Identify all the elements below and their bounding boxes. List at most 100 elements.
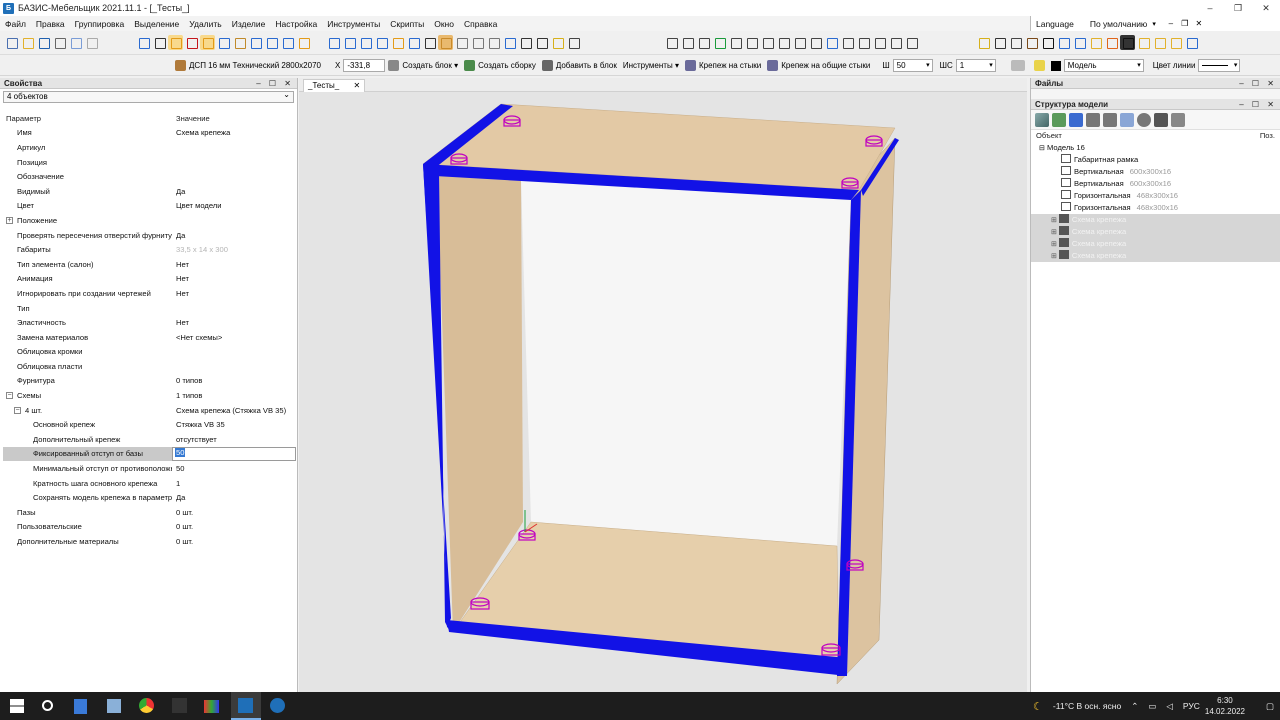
list-tree-icon[interactable]: [1154, 112, 1168, 127]
frame-tool-icon[interactable]: [296, 35, 311, 50]
property-value[interactable]: 0 типов: [172, 376, 202, 385]
box-3d-icon[interactable]: [1024, 35, 1039, 50]
property-row[interactable]: Положение +: [3, 213, 296, 228]
light-bulb-icon[interactable]: [550, 35, 565, 50]
media-app-icon[interactable]: [204, 700, 219, 713]
property-row[interactable]: Позиция: [3, 155, 296, 170]
link-tool-icon[interactable]: [1086, 112, 1100, 127]
pen-app-icon[interactable]: [107, 699, 121, 713]
property-value[interactable]: Да: [172, 187, 185, 196]
lamp-icon[interactable]: [976, 35, 991, 50]
texture-icon[interactable]: [1008, 35, 1023, 50]
property-row[interactable]: Облицовка пласти: [3, 359, 296, 374]
property-value[interactable]: 1: [172, 479, 180, 488]
property-value[interactable]: 1 типов: [172, 391, 202, 400]
property-row[interactable]: Кратность шага основного крепежа 1: [3, 476, 296, 491]
facade-tool-icon[interactable]: [792, 35, 807, 50]
create-assembly-button[interactable]: Создать сборку: [461, 60, 539, 71]
cube-icon[interactable]: [566, 35, 581, 50]
smile-icon[interactable]: [1088, 35, 1103, 50]
panel-tool-icon[interactable]: [664, 35, 679, 50]
tree-item-fastener-scheme[interactable]: ⊞ Схема крепежа: [1031, 250, 1280, 262]
property-row[interactable]: Габариты 33,5 x 14 x 300: [3, 242, 296, 257]
weather-text[interactable]: -11°C В осн. ясно: [1053, 701, 1121, 711]
menu-scripts[interactable]: Скрипты: [385, 19, 429, 29]
property-row[interactable]: Дополнительные материалы 0 шт.: [3, 534, 296, 549]
shade-mode-icon[interactable]: [486, 35, 501, 50]
menu-help[interactable]: Справка: [459, 19, 502, 29]
open-file-icon[interactable]: [20, 35, 35, 50]
view-right-icon[interactable]: [374, 35, 389, 50]
tree-item-fastener-scheme[interactable]: ⊞ Схема крепежа: [1031, 226, 1280, 238]
hardware-tool-icon[interactable]: [824, 35, 839, 50]
ruler-icon[interactable]: [232, 35, 247, 50]
property-value[interactable]: 0 шт.: [172, 537, 193, 546]
width-combo[interactable]: 50: [892, 59, 933, 72]
magnet-icon[interactable]: [184, 35, 199, 50]
mdi-minimize-button[interactable]: –: [1164, 19, 1178, 28]
property-row[interactable]: Тип элемента (салон) Нет: [3, 257, 296, 272]
property-row[interactable]: Минимальный отступ от противоположного к…: [3, 461, 296, 476]
files-panel-controls[interactable]: – ☐ ✕: [1239, 78, 1277, 89]
collapse-icon[interactable]: −: [6, 392, 13, 400]
property-value[interactable]: Схема крепежа (Стяжка VB 35): [172, 406, 286, 415]
save-icon[interactable]: [36, 35, 51, 50]
expand-icon[interactable]: +: [6, 217, 13, 225]
redo-icon[interactable]: [84, 35, 99, 50]
property-row[interactable]: Облицовка кромки: [3, 345, 296, 360]
drill-tool-icon[interactable]: [728, 35, 743, 50]
volume-icon[interactable]: ◁: [1166, 701, 1173, 712]
profile-tool-icon[interactable]: [696, 35, 711, 50]
wire-mode-icon[interactable]: [454, 35, 469, 50]
expand-icon[interactable]: ⊞: [1051, 217, 1057, 224]
basis-secondary-icon[interactable]: [270, 698, 285, 713]
start-windows-icon[interactable]: [10, 699, 24, 713]
fastener-joints-button[interactable]: Крепеж на стыки: [682, 60, 764, 71]
property-row[interactable]: Пазы 0 шт.: [3, 505, 296, 520]
tree-item-fastener-scheme[interactable]: ⊞ Схема крепежа: [1031, 238, 1280, 250]
collapse-icon[interactable]: −: [14, 406, 21, 414]
menu-grouping[interactable]: Группировка: [70, 19, 130, 29]
shelf-tool-icon[interactable]: [776, 35, 791, 50]
sum-icon[interactable]: [1040, 35, 1055, 50]
property-row[interactable]: Замена материалов <Нет схемы>: [3, 330, 296, 345]
shs-combo[interactable]: 1: [955, 59, 996, 72]
property-value-editor[interactable]: 50: [172, 446, 296, 461]
hidden-line-icon[interactable]: [470, 35, 485, 50]
material-selector[interactable]: ДСП 16 мм Технический 2800x2070: [172, 60, 324, 71]
property-value[interactable]: Нет: [172, 318, 189, 327]
view-left-icon[interactable]: [358, 35, 373, 50]
select-arrow-icon[interactable]: [168, 35, 183, 50]
minimize-button[interactable]: –: [1196, 0, 1224, 16]
view-toggle-icon[interactable]: [1137, 112, 1151, 127]
path-tool-icon[interactable]: [1103, 112, 1117, 127]
add-to-block-button[interactable]: Добавить в блок: [539, 60, 620, 71]
line-color-combo[interactable]: [1198, 59, 1241, 72]
game-app-icon[interactable]: [172, 698, 187, 713]
undo-icon[interactable]: [68, 35, 83, 50]
section-view-icon[interactable]: [502, 35, 517, 50]
text-style-icon[interactable]: [1168, 35, 1183, 50]
property-value[interactable]: Цвет модели: [172, 201, 221, 210]
menu-delete[interactable]: Удалить: [184, 19, 226, 29]
filter-icon[interactable]: [1171, 112, 1185, 127]
expand-icon[interactable]: ⊞: [1051, 241, 1057, 248]
property-row[interactable]: Проверять пересечения отверстий фурнитур…: [3, 228, 296, 243]
property-value[interactable]: <Нет схемы>: [172, 333, 222, 342]
property-row[interactable]: Эластичность Нет: [3, 315, 296, 330]
point-tool-icon[interactable]: [264, 35, 279, 50]
mdi-close-button[interactable]: ✕: [1192, 19, 1206, 28]
property-row[interactable]: Цвет Цвет модели: [3, 199, 296, 214]
tree-root-collapse-icon[interactable]: ⊟: [1039, 145, 1045, 152]
property-row[interactable]: Артикул: [3, 140, 296, 155]
color-source-combo[interactable]: Модель: [1063, 59, 1144, 72]
property-value[interactable]: 0 шт.: [172, 508, 193, 517]
create-block-button[interactable]: Создать блок ▾: [385, 60, 461, 71]
properties-panel-controls[interactable]: – ☐ ✕: [256, 78, 294, 89]
view-back-icon[interactable]: [342, 35, 357, 50]
notifications-icon[interactable]: ▢: [1266, 701, 1274, 712]
color-swatch[interactable]: [1050, 60, 1061, 71]
text-tool-icon[interactable]: [1152, 35, 1167, 50]
document-icon[interactable]: [1120, 112, 1134, 127]
property-value[interactable]: 33,5 x 14 x 300: [172, 245, 228, 254]
